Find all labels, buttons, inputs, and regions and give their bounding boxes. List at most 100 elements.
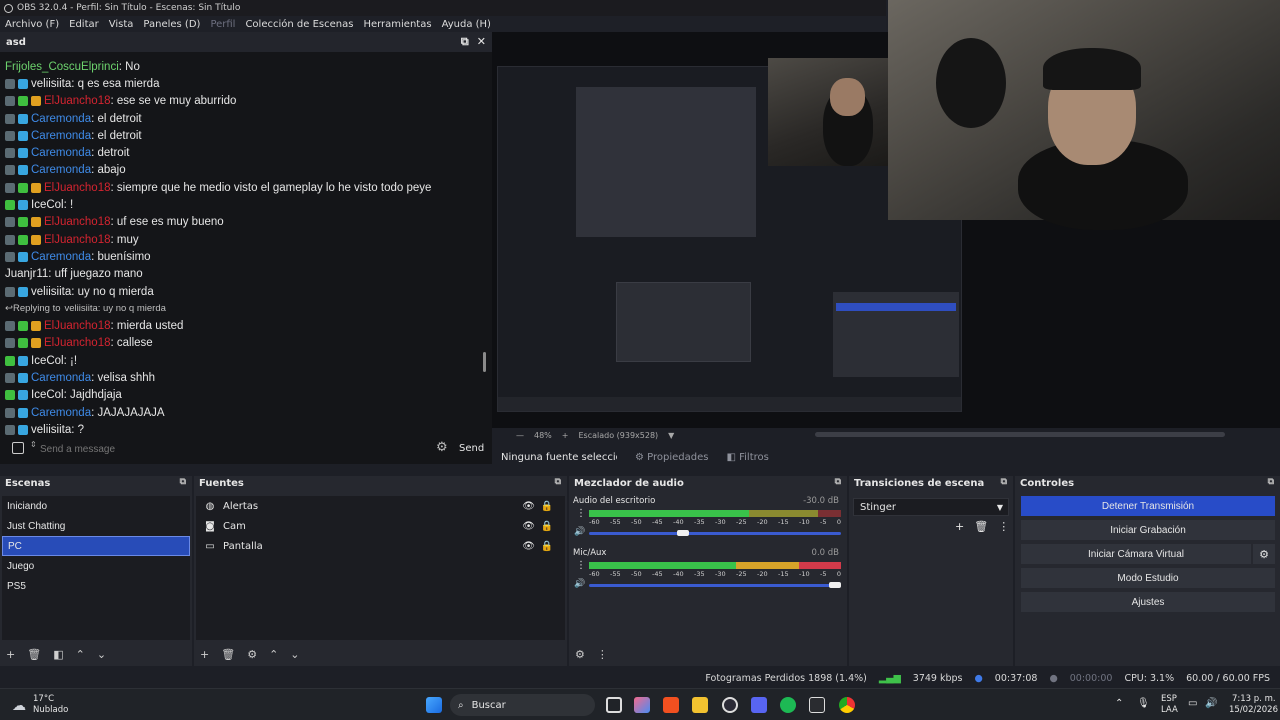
speaker-icon[interactable]: 🔊 xyxy=(574,527,585,537)
chat-username[interactable]: ElJuancho18 xyxy=(44,320,111,332)
language-code[interactable]: ESP xyxy=(1161,694,1177,704)
menu-paneles[interactable]: Paneles (D) xyxy=(138,19,205,30)
chevron-up-icon[interactable]: ⌃ xyxy=(76,648,85,661)
source-item[interactable]: ▭ Pantalla 👁 🔒 xyxy=(196,536,565,556)
source-item[interactable]: ◍ Alertas 👁 🔒 xyxy=(196,496,565,516)
chat-username[interactable]: Caremonda xyxy=(31,147,91,159)
filter-icon[interactable]: ◧ xyxy=(53,648,63,661)
chat-username[interactable]: IceCol xyxy=(31,355,64,367)
gear-icon[interactable]: ⚙ xyxy=(436,440,448,455)
file-explorer-icon[interactable] xyxy=(692,697,708,713)
lock-icon[interactable]: 🔒 xyxy=(541,521,553,532)
send-button[interactable]: Send xyxy=(459,443,484,454)
chat-username[interactable]: Caremonda xyxy=(31,251,91,263)
scene-item[interactable]: PS5 xyxy=(2,576,190,596)
add-icon[interactable]: + xyxy=(200,648,209,661)
clock-time[interactable]: 7:13 p. m. xyxy=(1232,694,1276,704)
brave-icon[interactable] xyxy=(663,697,679,713)
chevron-down-icon[interactable]: ⌄ xyxy=(290,648,299,661)
chrome-icon[interactable] xyxy=(839,697,855,713)
source-item[interactable]: ◙ Cam 👁 🔒 xyxy=(196,516,565,536)
volume-slider[interactable] xyxy=(589,532,841,535)
chat-username[interactable]: ElJuancho18 xyxy=(44,95,111,107)
chat-message-input[interactable] xyxy=(40,438,420,460)
network-icon[interactable]: ▭ xyxy=(1188,698,1197,709)
audio-app-icon[interactable] xyxy=(809,697,825,713)
eye-icon[interactable]: 👁 xyxy=(522,501,535,512)
chat-username[interactable]: Frijoles_CoscuElprinci xyxy=(5,61,119,73)
studio-mode-button[interactable]: Modo Estudio xyxy=(1021,568,1275,588)
chat-username[interactable]: Caremonda xyxy=(31,372,91,384)
virtual-camera-settings-icon[interactable]: ⚙ xyxy=(1253,544,1275,564)
scene-item[interactable]: PC xyxy=(2,536,190,556)
chat-username[interactable]: IceCol xyxy=(31,199,64,211)
properties-button[interactable]: ⚙ Propiedades xyxy=(635,452,708,463)
float-icon[interactable]: ⧉ xyxy=(835,477,841,487)
chat-username[interactable]: Caremonda xyxy=(31,407,91,419)
keyboard-layout[interactable]: LAA xyxy=(1161,705,1178,715)
gear-icon[interactable]: ⚙ xyxy=(247,648,257,661)
scaling-dropdown-icon[interactable]: ▼ xyxy=(668,431,674,440)
clock-date[interactable]: 15/02/2026 xyxy=(1229,705,1278,715)
kebab-menu-icon[interactable]: ⋮ xyxy=(998,520,1009,533)
add-icon[interactable]: + xyxy=(6,648,15,661)
volume-icon[interactable]: 🔊 xyxy=(1205,698,1217,709)
speaker-icon[interactable]: 🔊 xyxy=(574,579,585,589)
chevron-down-icon[interactable]: ⌄ xyxy=(97,648,106,661)
float-icon[interactable]: ⧉ xyxy=(555,477,561,487)
chevron-updown-icon[interactable]: ⇕ xyxy=(30,440,37,449)
microphone-icon[interactable]: 🎙 xyxy=(1137,698,1150,709)
start-recording-button[interactable]: Iniciar Grabación xyxy=(1021,520,1275,540)
kebab-menu-icon[interactable]: ⋮ xyxy=(597,648,608,661)
kebab-menu-icon[interactable]: ⋮ xyxy=(576,560,586,571)
settings-button[interactable]: Ajustes xyxy=(1021,592,1275,612)
chat-username[interactable]: Juanjr11 xyxy=(5,268,48,280)
chat-username[interactable]: Caremonda xyxy=(31,113,91,125)
lock-icon[interactable]: 🔒 xyxy=(541,541,553,552)
task-view-icon[interactable] xyxy=(606,697,622,713)
chat-username[interactable]: ElJuancho18 xyxy=(44,234,111,246)
scene-item[interactable]: Just Chatting xyxy=(2,516,190,536)
chat-username[interactable]: veliisiita xyxy=(31,286,71,298)
scene-item[interactable]: Iniciando xyxy=(2,496,190,516)
zoom-out-icon[interactable]: — xyxy=(516,431,524,440)
copilot-icon[interactable] xyxy=(634,697,650,713)
chevron-up-icon[interactable]: ⌃ xyxy=(269,648,278,661)
chat-username[interactable]: IceCol xyxy=(31,389,64,401)
preview-scrollbar[interactable] xyxy=(815,432,1225,437)
obs-icon[interactable] xyxy=(722,697,738,713)
volume-slider-handle[interactable] xyxy=(829,582,841,588)
windows-start-icon[interactable] xyxy=(426,697,442,713)
zoom-in-icon[interactable]: + xyxy=(562,431,569,440)
trash-icon[interactable]: 🗑 xyxy=(27,648,41,661)
taskbar-search[interactable]: ⌕ Buscar xyxy=(450,694,595,716)
float-icon[interactable]: ⧉ xyxy=(461,35,469,49)
trash-icon[interactable]: 🗑 xyxy=(221,648,235,661)
menu-ayuda[interactable]: Ayuda (H) xyxy=(437,19,496,30)
menu-vista[interactable]: Vista xyxy=(104,19,139,30)
close-icon[interactable]: ✕ xyxy=(477,35,486,49)
menu-herramientas[interactable]: Herramientas xyxy=(358,19,436,30)
volume-slider-handle[interactable] xyxy=(677,530,689,536)
chat-username[interactable]: ElJuancho18 xyxy=(44,337,111,349)
scene-item[interactable]: Juego xyxy=(2,556,190,576)
stop-streaming-button[interactable]: Detener Transmisión xyxy=(1021,496,1275,516)
menu-archivo[interactable]: Archivo (F) xyxy=(0,19,64,30)
mixer-settings-icon[interactable]: ⚙ xyxy=(575,648,585,661)
chat-username[interactable]: Caremonda xyxy=(31,164,91,176)
menu-coleccion-escenas[interactable]: Colección de Escenas xyxy=(240,19,358,30)
transition-select[interactable]: Stinger ▼ xyxy=(853,498,1009,516)
chat-username[interactable]: veliisiita xyxy=(31,78,71,90)
float-icon[interactable]: ⧉ xyxy=(1001,477,1007,487)
start-virtual-camera-button[interactable]: Iniciar Cámara Virtual xyxy=(1021,544,1251,564)
menu-perfil[interactable]: Perfil xyxy=(205,19,240,30)
chat-username[interactable]: Caremonda xyxy=(31,130,91,142)
volume-slider[interactable] xyxy=(589,584,841,587)
tray-overflow-icon[interactable]: ⌃ xyxy=(1115,698,1123,709)
chat-username[interactable]: ElJuancho18 xyxy=(44,216,111,228)
menu-editar[interactable]: Editar xyxy=(64,19,104,30)
chat-scrollbar[interactable] xyxy=(483,352,486,372)
trash-icon[interactable]: 🗑 xyxy=(974,520,988,533)
discord-icon[interactable] xyxy=(751,697,767,713)
eye-icon[interactable]: 👁 xyxy=(522,541,535,552)
